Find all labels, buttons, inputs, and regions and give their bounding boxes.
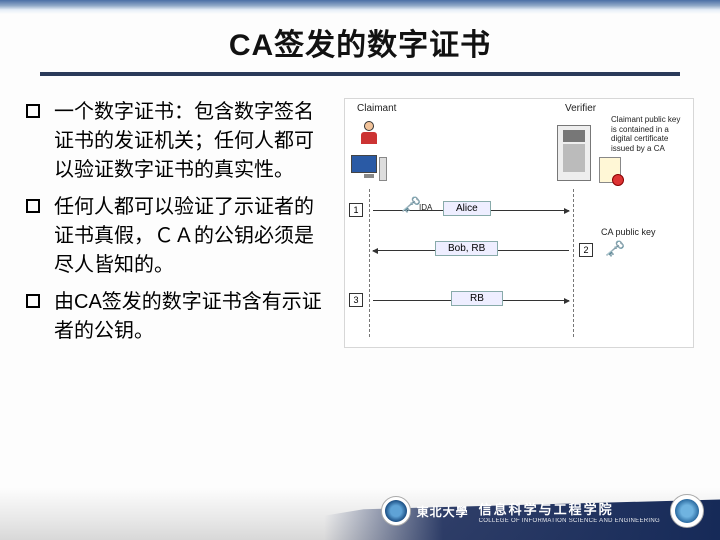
university-seal-icon <box>381 496 411 526</box>
computer-icon <box>351 155 387 185</box>
bullet-item: 任何人都可以验证了示证者的证书真假，ＣＡ的公钥必须是尽人皆知的。 <box>26 193 326 280</box>
bullet-text: 由CA签发的数字证书含有示证者的公钥。 <box>54 288 326 346</box>
person-icon <box>359 121 379 149</box>
lifeline-verifier <box>573 189 574 337</box>
title-block: CA签发的数字证书 <box>0 20 720 76</box>
msg-rb: RB <box>451 291 503 306</box>
department-name-cn: 信息科学与工程学院 <box>479 499 614 518</box>
bullet-list: 一个数字证书：包含数字签名证书的发证机关；任何人都可以验证数字证书的真实性。 任… <box>26 98 326 354</box>
department-block: 信息科学与工程学院 COLLEGE OF INFORMATION SCIENCE… <box>479 499 660 524</box>
protocol-diagram: Claimant Verifier Claimant public key is… <box>344 98 694 348</box>
step-number-1: 1 <box>349 203 363 217</box>
key-icon: 🗝️ <box>401 195 421 215</box>
bullet-item: 由CA签发的数字证书含有示证者的公钥。 <box>26 288 326 346</box>
top-banner <box>0 0 720 14</box>
university-name: 東北大學 <box>417 503 469 520</box>
certificate-icon <box>599 157 621 183</box>
bullet-item: 一个数字证书：包含数字签名证书的发证机关；任何人都可以验证数字证书的真实性。 <box>26 98 326 185</box>
step-number-3: 3 <box>349 293 363 307</box>
verifier-label: Verifier <box>565 103 596 114</box>
bullet-marker-icon <box>26 294 40 308</box>
step-number-2: 2 <box>579 243 593 257</box>
department-name-en: COLLEGE OF INFORMATION SCIENCE AND ENGIN… <box>479 518 660 524</box>
ca-key-icon: 🗝️ <box>605 239 625 259</box>
msg-alice: Alice <box>443 201 491 216</box>
bullet-text: 一个数字证书：包含数字签名证书的发证机关；任何人都可以验证数字证书的真实性。 <box>54 98 326 185</box>
bullet-marker-icon <box>26 199 40 213</box>
footer: 東北大學 信息科学与工程学院 COLLEGE OF INFORMATION SC… <box>0 488 720 540</box>
bullet-marker-icon <box>26 104 40 118</box>
bullet-text: 任何人都可以验证了示证者的证书真假，ＣＡ的公钥必须是尽人皆知的。 <box>54 193 326 280</box>
ca-key-label: CA public key <box>601 227 656 237</box>
content-area: 一个数字证书：包含数字签名证书的发证机关；任何人都可以验证数字证书的真实性。 任… <box>0 76 720 354</box>
diagram-note: Claimant public key is contained in a di… <box>611 115 687 153</box>
claimant-label: Claimant <box>357 103 396 114</box>
lifeline-claimant <box>369 189 370 337</box>
msg-bob-rb: Bob, RB <box>435 241 498 256</box>
page-title: CA签发的数字证书 <box>0 20 720 64</box>
department-seal-icon <box>670 494 704 528</box>
server-icon <box>557 125 591 181</box>
university-logo: 東北大學 <box>381 494 469 528</box>
id-label: IDA <box>419 203 432 212</box>
